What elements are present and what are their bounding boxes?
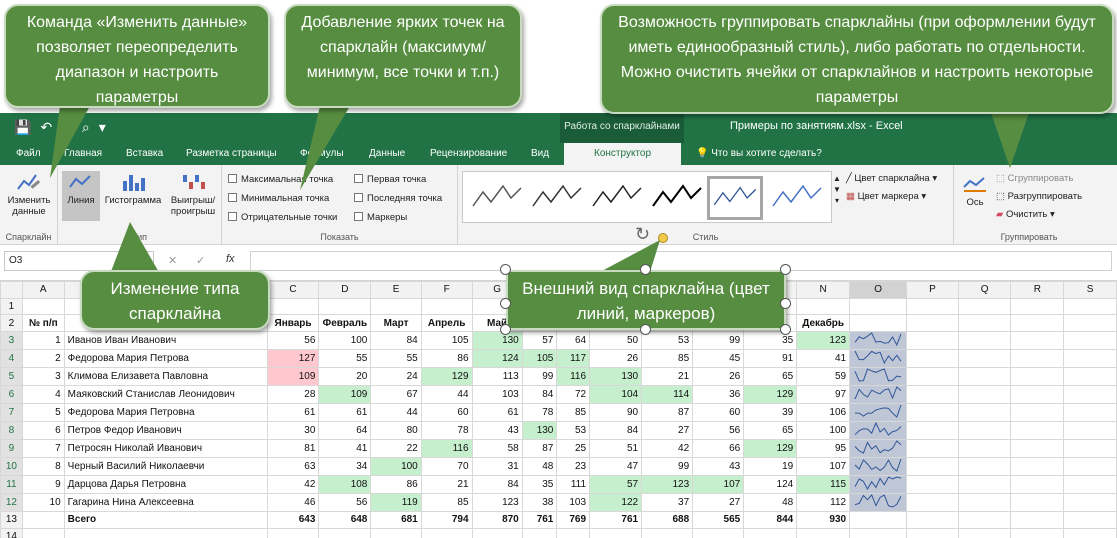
resize-handle[interactable] xyxy=(500,298,511,309)
resize-handle[interactable] xyxy=(780,298,791,309)
callout-tail-group xyxy=(990,110,1030,168)
resize-handle[interactable] xyxy=(780,264,791,275)
resize-handle[interactable] xyxy=(500,324,511,335)
shape-adjust-handle[interactable] xyxy=(658,233,668,243)
rotate-handle-icon[interactable]: ↻ xyxy=(635,224,657,246)
callout-edit-data: Команда «Изменить данные» позволяет пере… xyxy=(4,4,270,108)
resize-handle[interactable] xyxy=(640,324,651,335)
callout-tail-edit-data xyxy=(50,106,90,178)
excel-window: { "callouts": { "edit_data": "Команда «И… xyxy=(0,0,1117,538)
callout-style: Внешний вид спарклайна (цвет линий, марк… xyxy=(506,270,786,330)
resize-handle[interactable] xyxy=(500,264,511,275)
callout-tail-type xyxy=(110,222,160,274)
callout-tail-markers xyxy=(300,106,350,190)
callout-type: Изменение типа спарклайна xyxy=(80,270,270,330)
resize-handle[interactable] xyxy=(640,264,651,275)
callout-group: Возможность группировать спарклайны (при… xyxy=(600,4,1114,114)
callout-markers: Добавление ярких точек на спарклайн (мак… xyxy=(284,4,522,108)
resize-handle[interactable] xyxy=(780,324,791,335)
